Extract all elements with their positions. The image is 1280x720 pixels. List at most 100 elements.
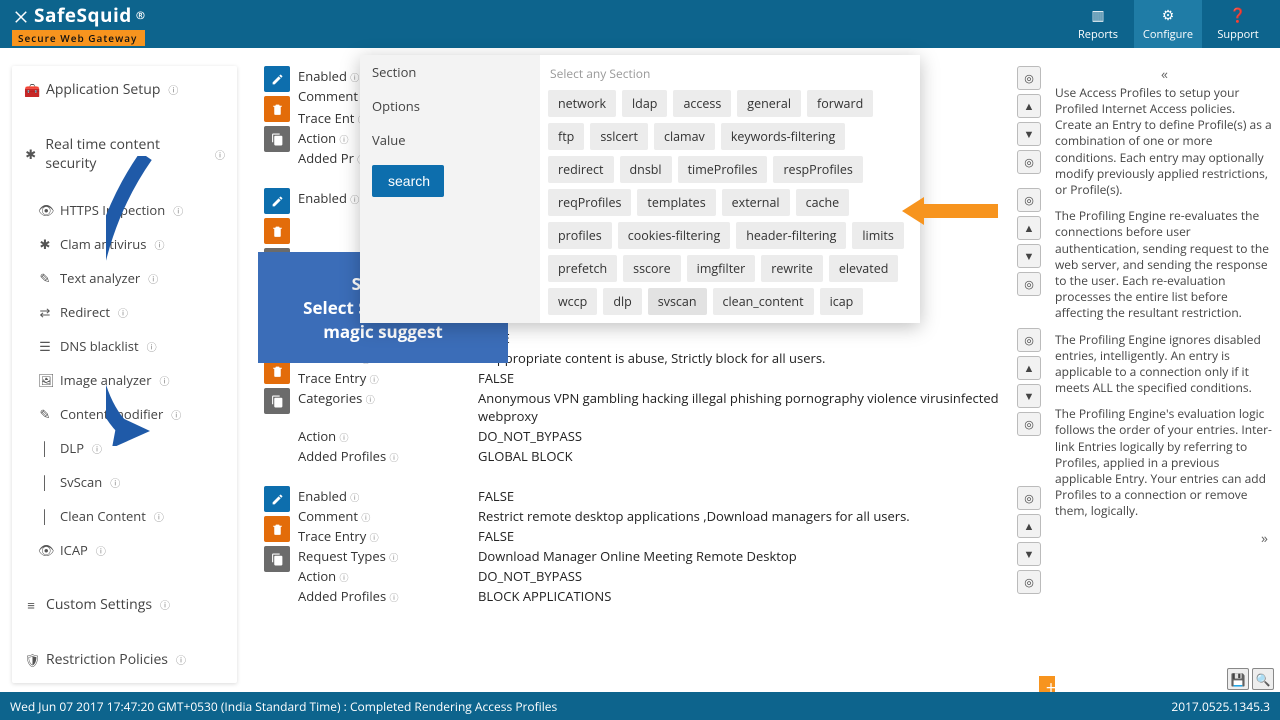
clone-button[interactable] [264, 388, 290, 414]
search-button[interactable]: 🔍 [1252, 668, 1274, 690]
info-icon: ⓘ [154, 509, 164, 524]
sidebar-item-label: HTTPS Inspection [60, 201, 165, 219]
move-up-button[interactable]: ▲ [1017, 356, 1041, 380]
sidebar-item-dns-blacklist[interactable]: ☰DNS blacklist ⓘ [12, 329, 237, 363]
row-value: FALSE [478, 527, 1041, 545]
chip-svscan[interactable]: svscan [648, 288, 707, 315]
help-collapse-bottom-icon[interactable]: » [1055, 530, 1274, 549]
help-collapse-icon[interactable]: « [1055, 66, 1274, 85]
dropdown-filters: Section Options Value search [360, 55, 540, 323]
sidebar-item-text-analyzer[interactable]: ✎Text analyzer ⓘ [12, 261, 237, 295]
chip-general[interactable]: general [737, 90, 801, 117]
sidebar-item-svscan[interactable]: │SvScan ⓘ [12, 465, 237, 499]
move-down-button[interactable]: ▼ [1017, 244, 1041, 268]
clone-button[interactable] [264, 546, 290, 572]
move-down-button[interactable]: ▼ [1017, 122, 1041, 146]
sidebar-restriction-label: Restriction Policies [46, 650, 168, 669]
chip-limits[interactable]: limits [852, 222, 903, 249]
help-p4: The Profiling Engine's evaluation logic … [1055, 406, 1274, 519]
sidebar-item-clam-antivirus[interactable]: ✱Clam antivirus ⓘ [12, 227, 237, 261]
dropdown-value[interactable]: Value [360, 123, 540, 157]
move-target2-button[interactable]: ◎ [1017, 272, 1041, 296]
nav-reports[interactable]: ▥Reports [1064, 0, 1132, 48]
chip-sslcert[interactable]: sslcert [590, 123, 648, 150]
chip-timeProfiles[interactable]: timeProfiles [678, 156, 768, 183]
chip-ftp[interactable]: ftp [548, 123, 584, 150]
dropdown-options[interactable]: Options [360, 89, 540, 123]
chip-sscore[interactable]: sscore [623, 255, 681, 282]
chip-redirect[interactable]: redirect [548, 156, 614, 183]
move-target-button[interactable]: ◎ [1017, 188, 1041, 212]
info-icon: ⓘ [350, 71, 359, 84]
move-target2-button[interactable]: ◎ [1017, 570, 1041, 594]
dropdown-section[interactable]: Section [360, 55, 540, 89]
chip-cookies-filtering[interactable]: cookies-filtering [618, 222, 730, 249]
chip-reqProfiles[interactable]: reqProfiles [548, 189, 631, 216]
save-button[interactable]: 💾 [1227, 668, 1249, 690]
chip-forward[interactable]: forward [807, 90, 873, 117]
sidebar-restriction-policies[interactable]: 🛡Restriction Policies ⓘ [12, 642, 237, 677]
sidebar-item-dlp[interactable]: │DLP ⓘ [12, 431, 237, 465]
chip-wccp[interactable]: wccp [548, 288, 597, 315]
info-icon: ⓘ [96, 543, 106, 558]
sidebar-rtcs[interactable]: ✱Real time content security ⓘ [12, 127, 237, 181]
move-up-button[interactable]: ▲ [1017, 514, 1041, 538]
chip-cache[interactable]: cache [796, 189, 850, 216]
chip-ldap[interactable]: ldap [622, 90, 667, 117]
sidebar-item-icap[interactable]: 👁ICAP ⓘ [12, 533, 237, 567]
edit-button[interactable] [264, 486, 290, 512]
nav-configure[interactable]: ⚙Configure [1134, 0, 1202, 48]
move-target2-button[interactable]: ◎ [1017, 150, 1041, 174]
info-icon: ⓘ [110, 475, 120, 490]
status-text: Wed Jun 07 2017 17:47:20 GMT+0530 (India… [10, 698, 557, 715]
chip-templates[interactable]: templates [637, 189, 715, 216]
sideitem-icon: 👁 [38, 201, 52, 219]
dropdown-search-button[interactable]: search [372, 165, 444, 197]
chip-network[interactable]: network [548, 90, 616, 117]
chip-imgfilter[interactable]: imgfilter [687, 255, 756, 282]
nav-support[interactable]: ❓Support [1204, 0, 1272, 48]
chip-respProfiles[interactable]: respProfiles [773, 156, 862, 183]
chip-clamav[interactable]: clamav [654, 123, 715, 150]
chip-header-filtering[interactable]: header-filtering [736, 222, 846, 249]
move-target-button[interactable]: ◎ [1017, 328, 1041, 352]
delete-button[interactable] [264, 516, 290, 542]
sidebar-custom-settings[interactable]: ≡Custom Settings ⓘ [12, 587, 237, 622]
chip-external[interactable]: external [722, 189, 790, 216]
add-entry-button[interactable]: + [1039, 676, 1055, 692]
sidebar-item-redirect[interactable]: ⇄Redirect ⓘ [12, 295, 237, 329]
chip-profiles[interactable]: profiles [548, 222, 612, 249]
move-down-button[interactable]: ▼ [1017, 384, 1041, 408]
chip-access[interactable]: access [673, 90, 731, 117]
chip-rewrite[interactable]: rewrite [761, 255, 823, 282]
move-down-button[interactable]: ▼ [1017, 542, 1041, 566]
chip-elevated[interactable]: elevated [829, 255, 899, 282]
chip-dnsbl[interactable]: dnsbl [620, 156, 672, 183]
row-key: Categories ⓘ [298, 389, 478, 425]
chip-keywords-filtering[interactable]: keywords-filtering [721, 123, 846, 150]
chip-dlp[interactable]: dlp [603, 288, 641, 315]
delete-button[interactable] [264, 96, 290, 122]
entry-row: Added Profiles ⓘBLOCK APPLICATIONS [298, 586, 1041, 606]
delete-button[interactable] [264, 218, 290, 244]
row-value: TRUE [478, 329, 1041, 347]
edit-button[interactable] [264, 66, 290, 92]
sidebar-item-clean-content[interactable]: │Clean Content ⓘ [12, 499, 237, 533]
clone-button[interactable] [264, 126, 290, 152]
move-target-button[interactable]: ◎ [1017, 66, 1041, 90]
move-target2-button[interactable]: ◎ [1017, 412, 1041, 436]
move-up-button[interactable]: ▲ [1017, 94, 1041, 118]
edit-button[interactable] [264, 188, 290, 214]
sidebar-app-setup[interactable]: 🧰Application Setup ⓘ [12, 72, 237, 107]
sidebar-item-content-modifier[interactable]: ✎Content modifier ⓘ [12, 397, 237, 431]
chip-icap[interactable]: icap [820, 288, 864, 315]
sidebar-item-image-analyzer[interactable]: 🖼Image analyzer ⓘ [12, 363, 237, 397]
row-key: Added Profiles ⓘ [298, 447, 478, 465]
chip-clean_content[interactable]: clean_content [713, 288, 814, 315]
move-target-button[interactable]: ◎ [1017, 486, 1041, 510]
entry-reorder: ◎ ▲ ▼ ◎ [1017, 66, 1041, 174]
sidebar-item-https-inspection[interactable]: 👁HTTPS Inspection ⓘ [12, 193, 237, 227]
sidebar-item-label: Redirect [60, 303, 110, 321]
chip-prefetch[interactable]: prefetch [548, 255, 617, 282]
move-up-button[interactable]: ▲ [1017, 216, 1041, 240]
